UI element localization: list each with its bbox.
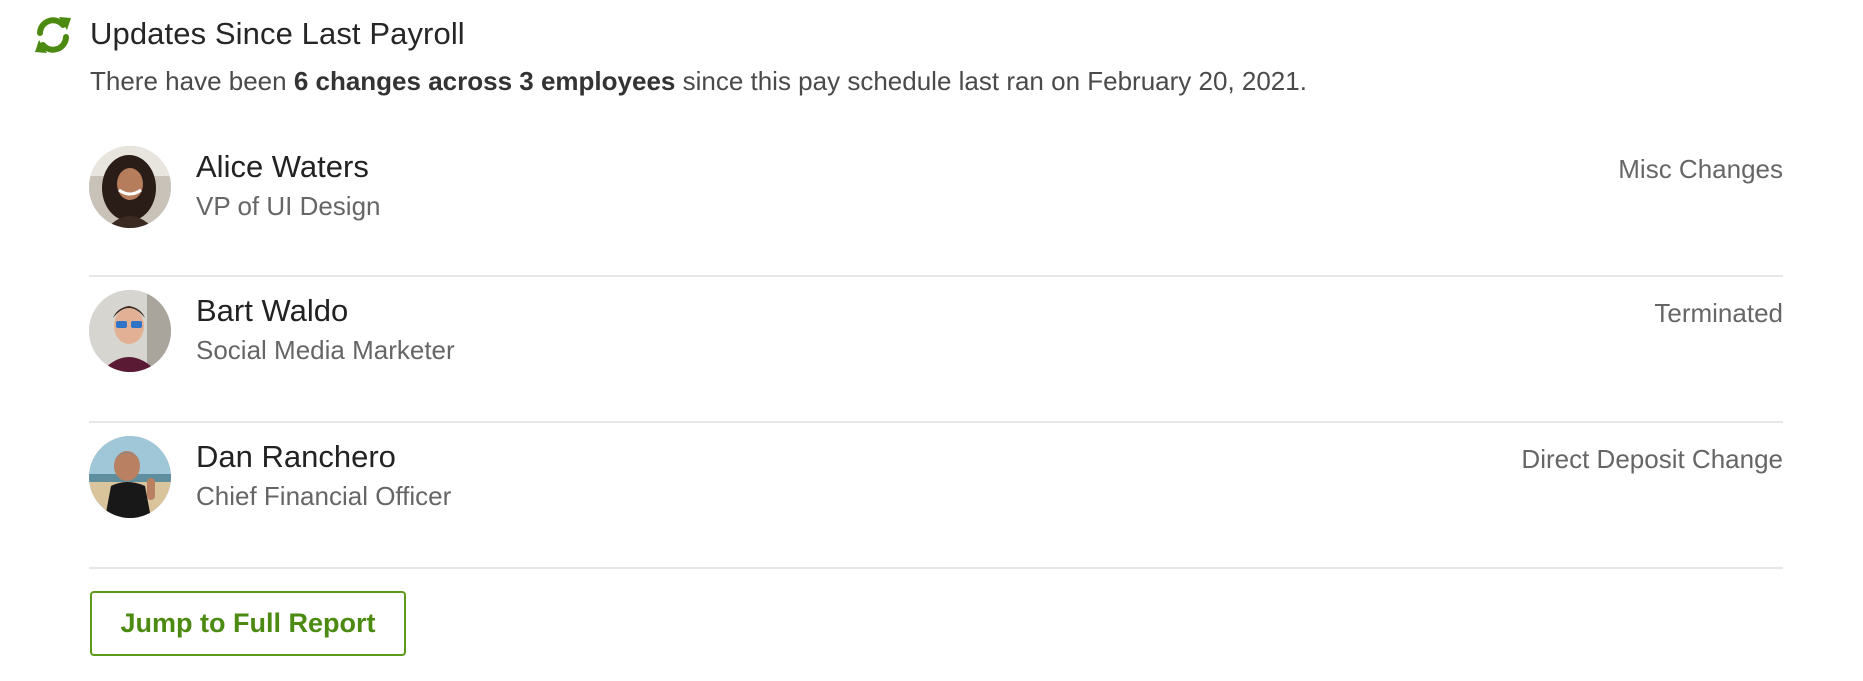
summary-prefix: There have been: [90, 66, 294, 96]
employee-role: Chief Financial Officer: [196, 481, 452, 511]
employee-row[interactable]: Alice Waters VP of UI Design Misc Change…: [89, 133, 1783, 277]
avatar: [89, 146, 171, 228]
employee-role: VP of UI Design: [196, 191, 381, 221]
employee-name: Dan Ranchero: [196, 439, 396, 474]
changes-summary: There have been 6 changes across 3 emplo…: [90, 64, 1307, 98]
jump-to-full-report-button[interactable]: Jump to Full Report: [90, 591, 406, 656]
sync-icon: [35, 17, 71, 53]
change-type: Misc Changes: [1618, 154, 1783, 184]
avatar: [89, 436, 171, 518]
page-title: Updates Since Last Payroll: [90, 16, 465, 51]
change-type: Direct Deposit Change: [1521, 444, 1783, 474]
employee-row[interactable]: Dan Ranchero Chief Financial Officer Dir…: [89, 423, 1783, 569]
employee-name: Bart Waldo: [196, 293, 349, 328]
change-type: Terminated: [1654, 298, 1783, 328]
summary-suffix: since this pay schedule last ran on Febr…: [675, 66, 1307, 96]
employee-change-list: Alice Waters VP of UI Design Misc Change…: [89, 133, 1783, 569]
summary-count: 6 changes across 3 employees: [293, 66, 676, 96]
employee-name: Alice Waters: [196, 149, 369, 184]
employee-role: Social Media Marketer: [196, 335, 455, 365]
avatar: [89, 290, 171, 372]
employee-row[interactable]: Bart Waldo Social Media Marketer Termina…: [89, 277, 1783, 423]
